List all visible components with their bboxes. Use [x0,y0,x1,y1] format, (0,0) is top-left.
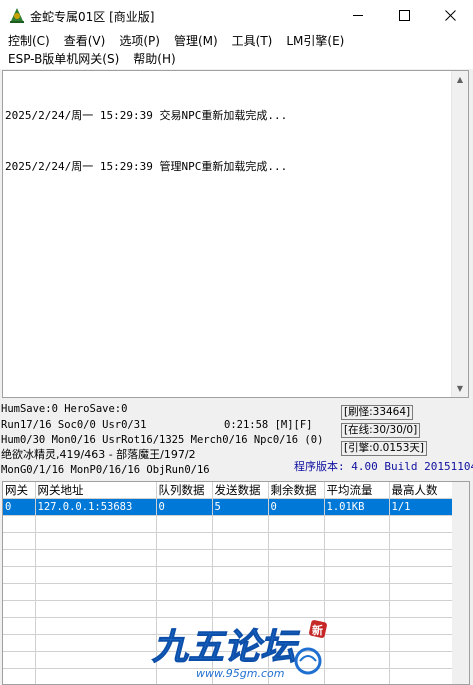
column-header[interactable]: 最高人数 [389,482,453,499]
minimize-button[interactable] [335,0,381,31]
log-lines: 2025/2/24/周一 15:29:39 交易NPC重新加载完成... 202… [5,73,287,209]
menu-tools[interactable]: 工具(T) [225,32,280,50]
minimize-icon [352,15,363,16]
menu-view[interactable]: 查看(V) [57,32,113,50]
svg-text:www.95gm.com: www.95gm.com [196,667,284,680]
scroll-down-icon[interactable]: ▼ [452,380,468,397]
online-counter: [在线:30/30/0] [341,423,421,438]
empty-row [3,515,453,533]
empty-row [3,549,453,567]
menu-bar: 控制(C) 查看(V) 选项(P) 管理(M) 工具(T) LM引擎(E) ES… [0,31,473,69]
column-header[interactable]: 平均流量 [324,482,390,499]
table-cell: 0 [3,498,36,516]
table-cell: 1/1 [389,498,453,516]
column-header[interactable]: 发送数据 [212,482,269,499]
scroll-up-icon[interactable]: ▲ [452,71,468,88]
maximize-button[interactable] [381,0,427,31]
menu-help[interactable]: 帮助(H) [126,50,182,68]
menu-control[interactable]: 控制(C) [1,32,57,50]
app-icon [10,8,24,23]
close-button[interactable] [427,0,473,31]
title-bar: 金蛇专属01区 [商业版] [0,0,473,31]
maximize-icon [398,10,410,21]
empty-row [3,583,453,601]
empty-row [3,566,453,584]
status-time: 0:21:58 [M][F] [224,419,313,431]
menu-esp-gateway[interactable]: ESP-B版单机网关(S) [1,50,126,68]
log-panel[interactable]: 2025/2/24/周一 15:29:39 交易NPC重新加载完成... 202… [2,70,469,398]
menu-options[interactable]: 选项(P) [112,32,167,50]
status-monster: 绝欲冰精灵,419/463 - 部落魔王/197/2 [1,448,196,461]
forum-watermark-logo: 九五论坛 新 www.95gm.com [152,620,327,680]
table-cell: 1.01KB [324,498,390,516]
engine-uptime: [引擎:0.0153天] [341,441,427,456]
status-panel: HumSave:0 HeroSave:0 Run17/16 Soc0/0 Usr… [0,401,473,479]
menu-row-1: 控制(C) 查看(V) 选项(P) 管理(M) 工具(T) LM引擎(E) [1,32,351,50]
status-run: Run17/16 Soc0/0 Usr0/31 [1,419,147,431]
log-line: 2025/2/24/周一 15:29:39 交易NPC重新加载完成... [5,109,288,122]
refresh-monster-counter: [刷怪:33464] [341,405,414,420]
table-header: 网关 网关地址 队列数据 发送数据 剩余数据 平均流量 最高人数 [3,482,453,499]
table-row[interactable]: 0 127.0.0.1:53683 0 5 0 1.01KB 1/1 [3,498,453,516]
column-header[interactable]: 剩余数据 [268,482,325,499]
program-version: 程序版本: 4.00 Build 20151104 [294,460,473,473]
column-header[interactable]: 网关地址 [35,482,157,499]
table-cell: 0 [156,498,213,516]
status-hum: Hum0/30 Mon0/16 UsrRot16/1325 Merch0/16 … [1,434,324,446]
svg-text:九五论坛: 九五论坛 [152,627,300,668]
empty-row [3,532,453,550]
column-header[interactable]: 网关 [3,482,36,499]
column-header[interactable]: 队列数据 [156,482,213,499]
grid-scrollbar[interactable] [452,482,469,684]
table-cell: 5 [212,498,269,516]
svg-text:新: 新 [312,623,323,637]
log-line: 2025/2/24/周一 15:29:39 管理NPC重新加载完成... [5,160,288,173]
menu-lm-engine[interactable]: LM引擎(E) [279,32,351,50]
status-mong: MonG0/1/16 MonP0/16/16 ObjRun0/16 [1,464,210,476]
close-icon [444,10,456,21]
log-scrollbar[interactable]: ▲ ▼ [451,71,468,397]
status-save: HumSave:0 HeroSave:0 [1,403,128,415]
menu-manage[interactable]: 管理(M) [167,32,225,50]
menu-row-2: ESP-B版单机网关(S) 帮助(H) [1,50,183,68]
table-cell: 0 [268,498,325,516]
table-cell: 127.0.0.1:53683 [35,498,157,516]
window-title: 金蛇专属01区 [商业版] [30,10,155,24]
